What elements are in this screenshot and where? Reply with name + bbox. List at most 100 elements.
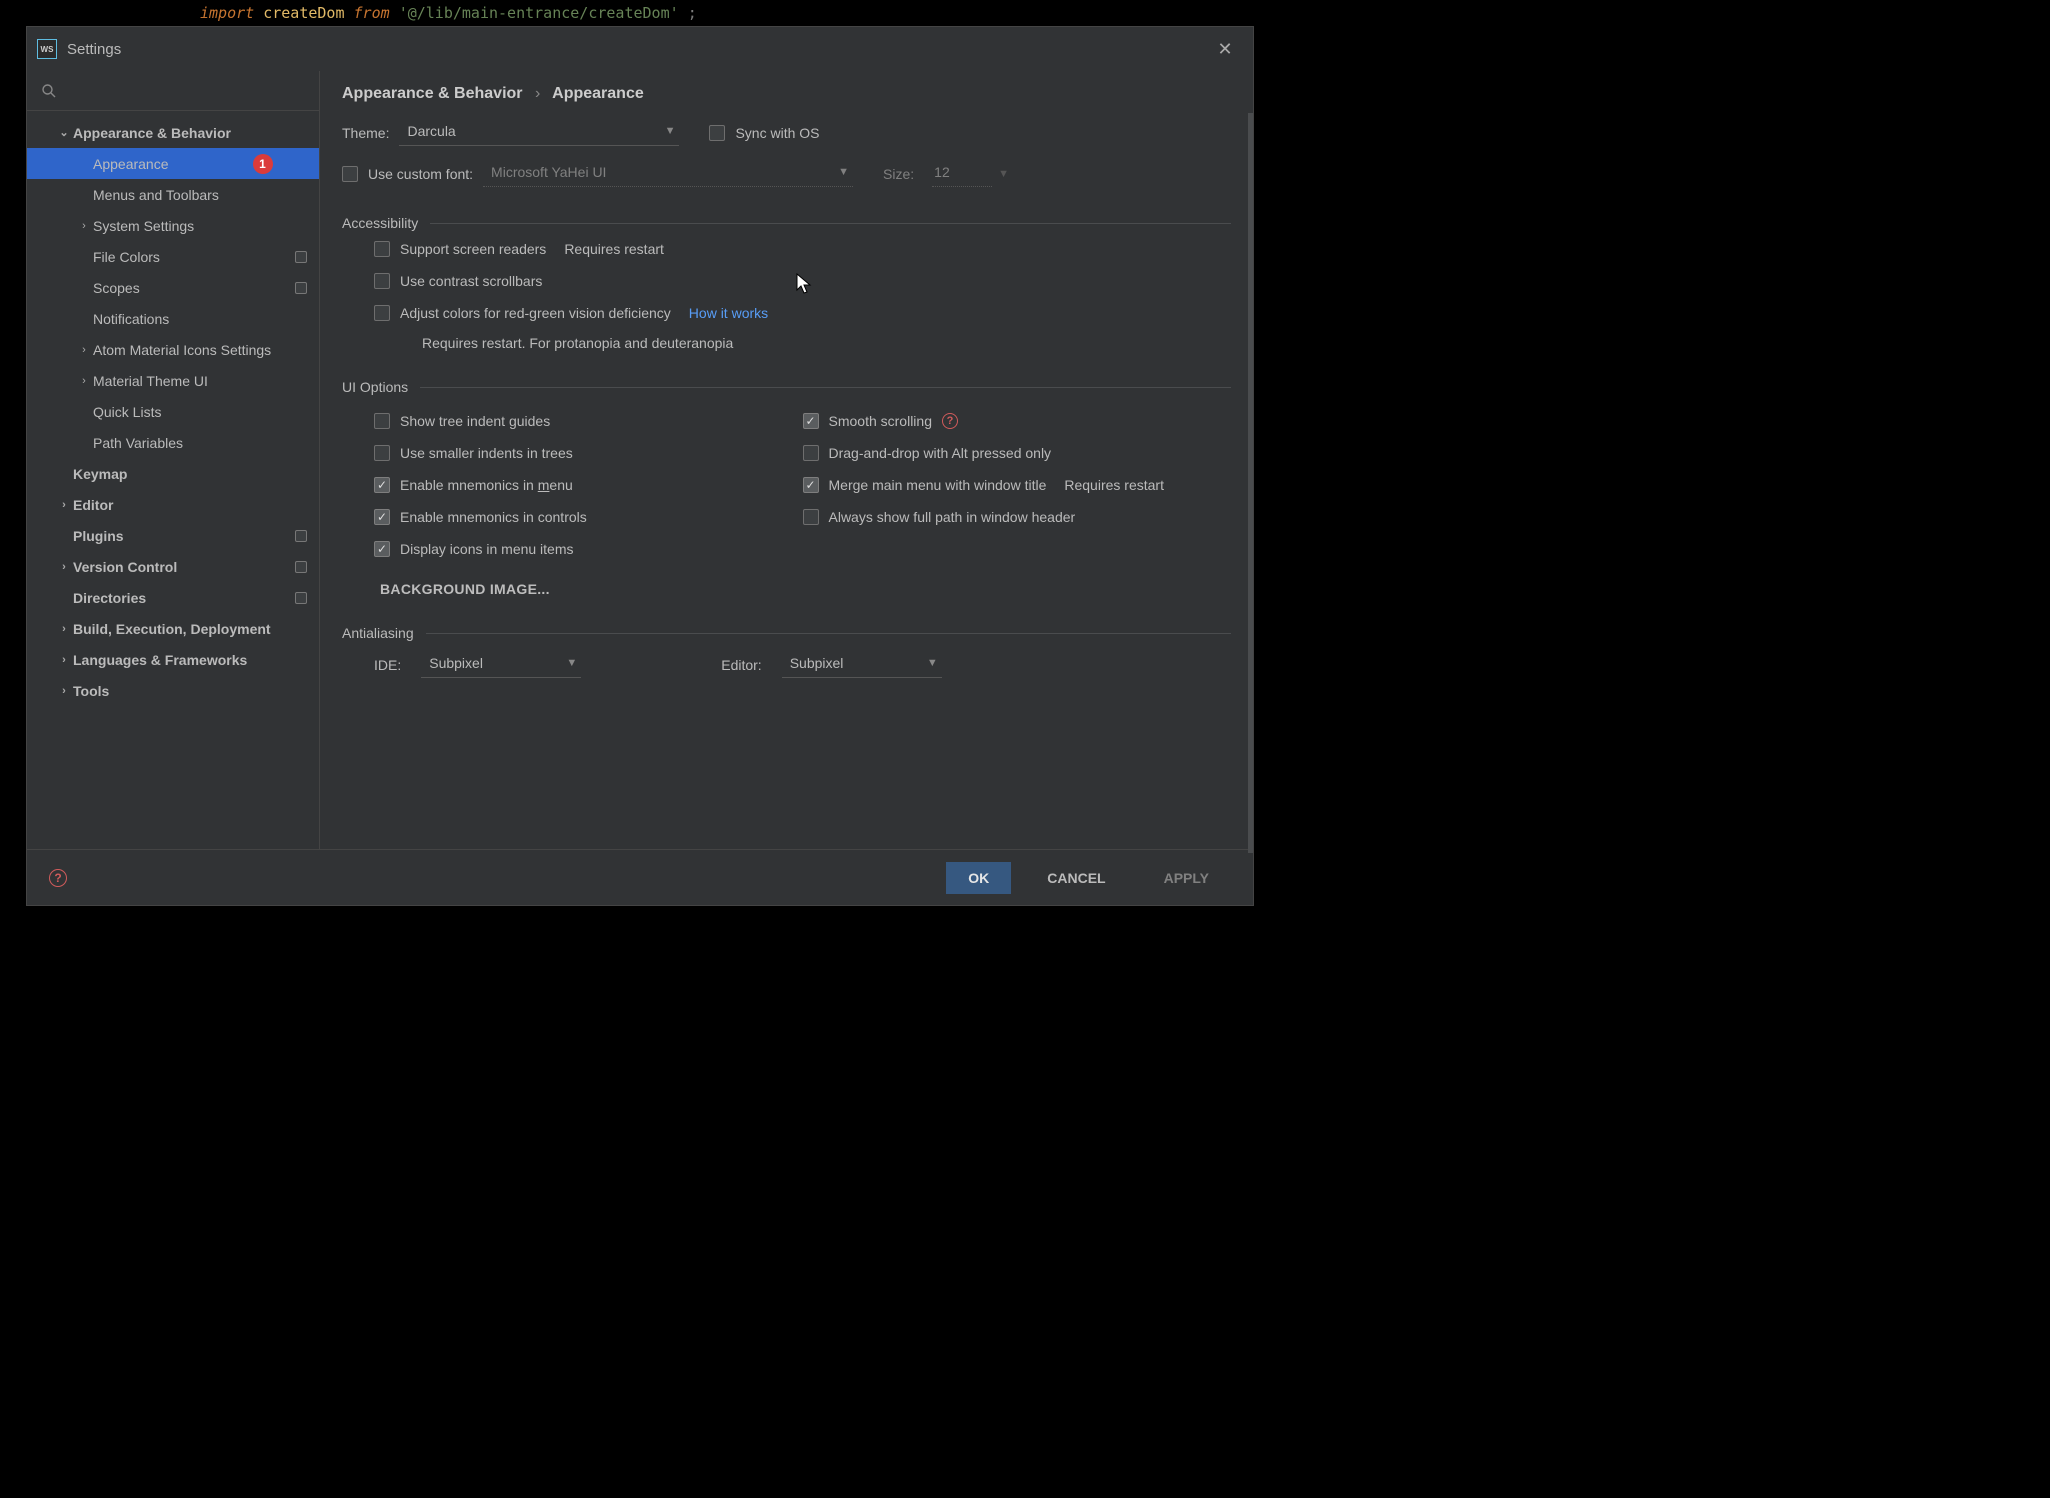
help-icon[interactable]: ? bbox=[49, 869, 67, 887]
adjust-colors-checkbox[interactable]: Adjust colors for red-green vision defic… bbox=[374, 305, 1231, 321]
background-image-button[interactable]: BACKGROUND IMAGE... bbox=[374, 573, 803, 597]
aa-ide-select[interactable]: Subpixel ▼ bbox=[421, 651, 581, 678]
theme-value: Darcula bbox=[407, 123, 455, 139]
drag-alt-checkbox[interactable]: Drag-and-drop with Alt pressed only bbox=[803, 445, 1232, 461]
tree-quick-lists[interactable]: Quick Lists bbox=[27, 396, 319, 427]
main-panel: Appearance & Behavior › Appearance Theme… bbox=[320, 71, 1253, 849]
chevron-right-icon: › bbox=[55, 654, 73, 666]
checkbox-icon bbox=[374, 241, 390, 257]
font-select[interactable]: Microsoft YaHei UI ▼ bbox=[483, 160, 853, 187]
tree-tools[interactable]: › Tools bbox=[27, 675, 319, 706]
tree-atom-icons[interactable]: › Atom Material Icons Settings bbox=[27, 334, 319, 365]
tree-material-theme[interactable]: › Material Theme UI bbox=[27, 365, 319, 396]
ok-button[interactable]: OK bbox=[946, 862, 1011, 894]
checkbox-icon bbox=[803, 477, 819, 493]
chevron-down-icon: ⌄ bbox=[55, 126, 73, 139]
aa-editor-value: Subpixel bbox=[790, 655, 844, 671]
tree-build[interactable]: › Build, Execution, Deployment bbox=[27, 613, 319, 644]
breadcrumb-current: Appearance bbox=[552, 85, 644, 102]
chevron-right-icon: › bbox=[75, 344, 93, 356]
cancel-button[interactable]: CANCEL bbox=[1025, 862, 1127, 894]
checkbox-icon bbox=[803, 509, 819, 525]
full-path-checkbox[interactable]: Always show full path in window header bbox=[803, 509, 1232, 525]
settings-dialog: WS Settings ✕ ⌄ Appearance & Behavior Ap… bbox=[26, 26, 1254, 906]
chevron-down-icon: ▼ bbox=[665, 125, 676, 137]
search-input[interactable] bbox=[27, 71, 319, 111]
close-icon[interactable]: ✕ bbox=[1213, 37, 1237, 61]
sync-os-label: Sync with OS bbox=[735, 125, 819, 141]
chevron-right-icon: › bbox=[55, 685, 73, 697]
project-marker-icon bbox=[295, 251, 307, 263]
smaller-indents-checkbox[interactable]: Use smaller indents in trees bbox=[374, 445, 803, 461]
tree-languages[interactable]: › Languages & Frameworks bbox=[27, 644, 319, 675]
tree-plugins[interactable]: Plugins bbox=[27, 520, 319, 551]
font-size-label: Size: bbox=[883, 166, 914, 182]
theme-select[interactable]: Darcula ▼ bbox=[399, 119, 679, 146]
tree-keymap[interactable]: Keymap bbox=[27, 458, 319, 489]
mnemonics-menu-checkbox[interactable]: Enable mnemonics in menu bbox=[374, 477, 803, 493]
breadcrumb-parent: Appearance & Behavior bbox=[342, 85, 523, 102]
tree-indent-label: Show tree indent guides bbox=[400, 413, 550, 429]
settings-tree: ⌄ Appearance & Behavior Appearance 1 Men… bbox=[27, 111, 319, 849]
tree-editor[interactable]: › Editor bbox=[27, 489, 319, 520]
help-icon[interactable]: ? bbox=[942, 413, 958, 429]
project-marker-icon bbox=[295, 530, 307, 542]
checkbox-icon bbox=[374, 509, 390, 525]
tree-scopes[interactable]: Scopes bbox=[27, 272, 319, 303]
mnemonics-menu-label: Enable mnemonics in menu bbox=[400, 477, 573, 493]
tree-file-colors[interactable]: File Colors bbox=[27, 241, 319, 272]
merge-menu-checkbox[interactable]: Merge main menu with window title Requir… bbox=[803, 477, 1232, 493]
settings-content: Theme: Darcula ▼ Sync with OS Use custom… bbox=[320, 113, 1253, 849]
chevron-down-icon: ▼ bbox=[998, 168, 1009, 180]
scrollbar[interactable] bbox=[1248, 113, 1253, 853]
screen-readers-checkbox[interactable]: Support screen readers Requires restart bbox=[374, 241, 1231, 257]
tree-indent-checkbox[interactable]: Show tree indent guides bbox=[374, 413, 803, 429]
aa-editor-label: Editor: bbox=[721, 657, 761, 673]
tree-notifications[interactable]: Notifications bbox=[27, 303, 319, 334]
section-antialiasing: Antialiasing bbox=[342, 625, 1231, 641]
titlebar: WS Settings ✕ bbox=[27, 27, 1253, 71]
font-size-input[interactable]: 12 bbox=[932, 160, 992, 187]
dialog-footer: ? OK CANCEL APPLY bbox=[27, 849, 1253, 905]
tree-version-control[interactable]: › Version Control bbox=[27, 551, 319, 582]
tree-menus-toolbars[interactable]: Menus and Toolbars bbox=[27, 179, 319, 210]
smooth-scrolling-checkbox[interactable]: Smooth scrolling ? bbox=[803, 413, 1232, 429]
use-custom-font-label: Use custom font: bbox=[368, 166, 473, 182]
apply-button[interactable]: APPLY bbox=[1142, 862, 1231, 894]
chevron-right-icon: › bbox=[75, 220, 93, 232]
chevron-right-icon: › bbox=[535, 85, 540, 102]
section-accessibility: Accessibility bbox=[342, 215, 1231, 231]
app-logo: WS bbox=[37, 39, 57, 59]
screen-readers-label: Support screen readers bbox=[400, 241, 546, 257]
checkbox-icon bbox=[374, 445, 390, 461]
theme-label: Theme: bbox=[342, 125, 389, 141]
tree-appearance-behavior[interactable]: ⌄ Appearance & Behavior bbox=[27, 117, 319, 148]
smooth-scrolling-label: Smooth scrolling bbox=[829, 413, 933, 429]
checkbox-icon bbox=[374, 413, 390, 429]
chevron-down-icon: ▼ bbox=[927, 657, 938, 669]
sync-os-checkbox[interactable]: Sync with OS bbox=[709, 125, 819, 141]
merge-menu-label: Merge main menu with window title bbox=[829, 477, 1047, 493]
tree-system-settings[interactable]: › System Settings bbox=[27, 210, 319, 241]
tree-appearance[interactable]: Appearance 1 bbox=[27, 148, 319, 179]
mnemonics-controls-checkbox[interactable]: Enable mnemonics in controls bbox=[374, 509, 803, 525]
how-it-works-link[interactable]: How it works bbox=[689, 305, 768, 321]
font-value: Microsoft YaHei UI bbox=[491, 164, 606, 180]
checkbox-icon bbox=[709, 125, 725, 141]
aa-editor-select[interactable]: Subpixel ▼ bbox=[782, 651, 942, 678]
chevron-right-icon: › bbox=[55, 623, 73, 635]
checkbox-icon bbox=[374, 305, 390, 321]
use-custom-font-checkbox[interactable]: Use custom font: bbox=[342, 166, 473, 182]
tree-path-variables[interactable]: Path Variables bbox=[27, 427, 319, 458]
tree-directories[interactable]: Directories bbox=[27, 582, 319, 613]
sidebar: ⌄ Appearance & Behavior Appearance 1 Men… bbox=[27, 71, 320, 849]
aa-ide-label: IDE: bbox=[374, 657, 401, 673]
adjust-colors-note: Requires restart. For protanopia and deu… bbox=[422, 335, 1231, 351]
checkbox-icon bbox=[803, 413, 819, 429]
mnemonics-controls-label: Enable mnemonics in controls bbox=[400, 509, 587, 525]
chevron-right-icon: › bbox=[55, 499, 73, 511]
display-icons-checkbox[interactable]: Display icons in menu items bbox=[374, 541, 803, 557]
project-marker-icon bbox=[295, 592, 307, 604]
contrast-scrollbars-checkbox[interactable]: Use contrast scrollbars bbox=[374, 273, 1231, 289]
project-marker-icon bbox=[295, 282, 307, 294]
